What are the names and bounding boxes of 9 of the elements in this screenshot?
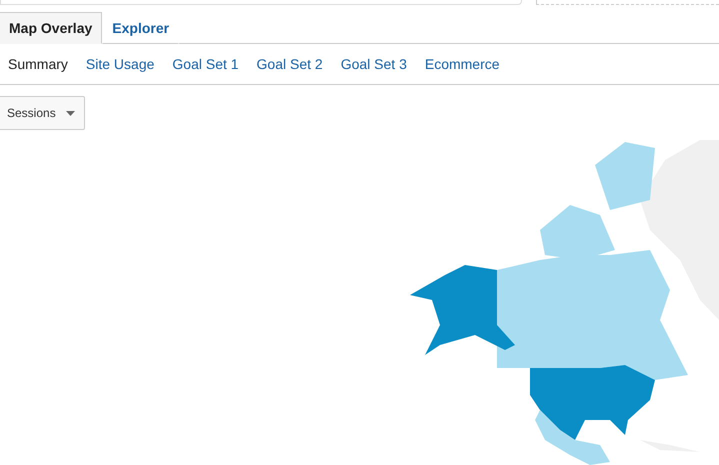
- caret-icon: [66, 110, 75, 116]
- subtab-link[interactable]: Goal Set 2: [256, 56, 323, 72]
- subtab-link[interactable]: Summary: [8, 56, 68, 72]
- subtab-link[interactable]: Goal Set 1: [172, 56, 239, 72]
- metric-dropdown[interactable]: Sessions: [0, 96, 85, 130]
- subtab-link[interactable]: Goal Set 3: [340, 56, 407, 72]
- tab[interactable]: Map Overlay: [0, 12, 102, 44]
- subtab-link[interactable]: Ecommerce: [424, 56, 500, 72]
- subtab-link[interactable]: Site Usage: [86, 56, 154, 72]
